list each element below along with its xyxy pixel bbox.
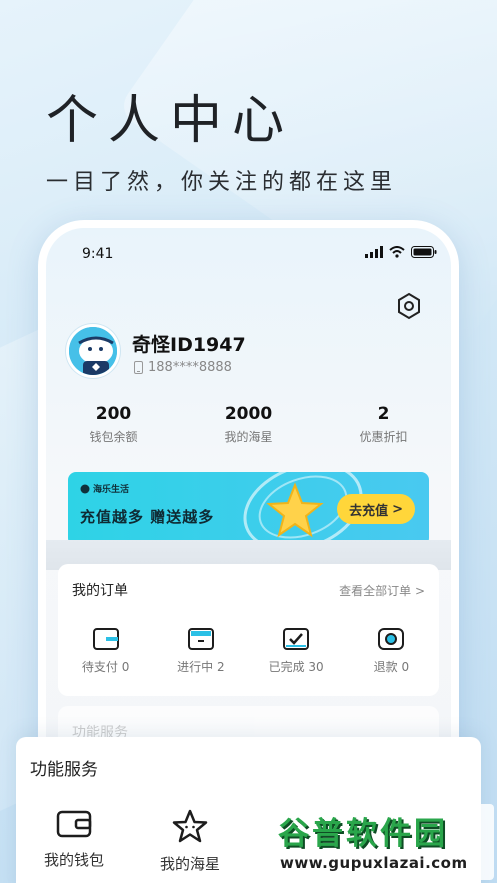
service-my-wallet[interactable]: 我的钱包 bbox=[16, 809, 132, 874]
check-box-icon bbox=[283, 628, 310, 650]
banner-logo-text: 海乐生活 bbox=[93, 485, 130, 495]
stat-my-starfish[interactable]: 2000 我的海星 bbox=[181, 404, 316, 445]
watermark: 谷普软件园 www.gupuxlazai.com bbox=[270, 804, 494, 880]
star-icon bbox=[172, 809, 208, 843]
watermark-main: 谷普软件园 bbox=[278, 816, 448, 852]
hero-title: 个人中心 bbox=[46, 91, 295, 151]
order-pending-payment[interactable]: 待支付 0 bbox=[58, 628, 153, 675]
order-refund[interactable]: 退款 0 bbox=[344, 628, 439, 675]
recharge-banner[interactable]: 海乐生活 充值越多 赠送越多 去充值 > bbox=[68, 472, 429, 546]
recharge-button-label: 去充值 bbox=[349, 503, 389, 519]
view-all-orders-link[interactable]: 查看全部订单 > bbox=[339, 582, 425, 599]
status-icons bbox=[365, 246, 437, 258]
order-label: 待支付 0 bbox=[81, 660, 130, 674]
refund-icon bbox=[378, 628, 405, 650]
phone-number: 188****8888 bbox=[148, 360, 232, 375]
stat-label: 我的海星 bbox=[224, 430, 273, 444]
avatar[interactable] bbox=[66, 324, 120, 378]
stat-value: 2 bbox=[377, 404, 390, 424]
watermark-url: www.gupuxlazai.com bbox=[280, 854, 468, 872]
mascot-avatar-icon bbox=[69, 327, 117, 375]
settings-icon[interactable] bbox=[395, 292, 423, 320]
recharge-button[interactable]: 去充值 > bbox=[337, 494, 415, 524]
order-in-progress[interactable]: 进行中 2 bbox=[153, 628, 248, 675]
in-progress-icon bbox=[187, 628, 214, 650]
service-label: 我的海星 bbox=[159, 855, 220, 873]
star-icon bbox=[266, 482, 324, 538]
banner-logo: 海乐生活 bbox=[80, 482, 129, 495]
chevron-right-icon: > bbox=[392, 501, 403, 517]
orders-title: 我的订单 bbox=[72, 583, 128, 599]
stat-wallet-balance[interactable]: 200 钱包余额 bbox=[46, 404, 181, 445]
orders-card: 我的订单 查看全部订单 > 待支付 0 进行中 2 已完成 30 退款 0 bbox=[58, 564, 439, 696]
username: 奇怪ID1947 bbox=[132, 334, 246, 356]
wallet-icon bbox=[56, 810, 92, 838]
stat-label: 优惠折扣 bbox=[359, 430, 408, 444]
hero-subtitle: 一目了然，你关注的都在这里 bbox=[46, 170, 398, 195]
stat-discount[interactable]: 2 优惠折扣 bbox=[316, 404, 451, 445]
services-title: 功能服务 bbox=[30, 760, 98, 780]
stat-value: 2000 bbox=[224, 404, 273, 424]
phone-number-row: 188****8888 bbox=[134, 360, 232, 375]
logo-icon bbox=[80, 484, 90, 493]
wifi-icon bbox=[389, 246, 405, 258]
order-label: 退款 0 bbox=[373, 660, 410, 674]
services-row: 我的钱包 我的海星 bbox=[16, 809, 248, 874]
service-my-starfish[interactable]: 我的海星 bbox=[132, 809, 248, 874]
mobile-phone-icon bbox=[134, 361, 143, 374]
stat-value: 200 bbox=[95, 404, 132, 424]
stats-row: 200 钱包余额 2000 我的海星 2 优惠折扣 bbox=[46, 404, 451, 445]
banner-text: 充值越多 赠送越多 bbox=[80, 508, 215, 526]
order-label: 已完成 30 bbox=[268, 660, 324, 674]
status-time: 9:41 bbox=[82, 246, 114, 262]
battery-icon bbox=[411, 246, 437, 258]
stat-label: 钱包余额 bbox=[89, 430, 138, 444]
service-label: 我的钱包 bbox=[43, 851, 104, 869]
signal-icon bbox=[365, 246, 383, 258]
order-status-row: 待支付 0 进行中 2 已完成 30 退款 0 bbox=[58, 628, 439, 675]
order-label: 进行中 2 bbox=[177, 660, 225, 674]
wallet-card-icon bbox=[92, 628, 119, 650]
order-completed[interactable]: 已完成 30 bbox=[249, 628, 344, 675]
